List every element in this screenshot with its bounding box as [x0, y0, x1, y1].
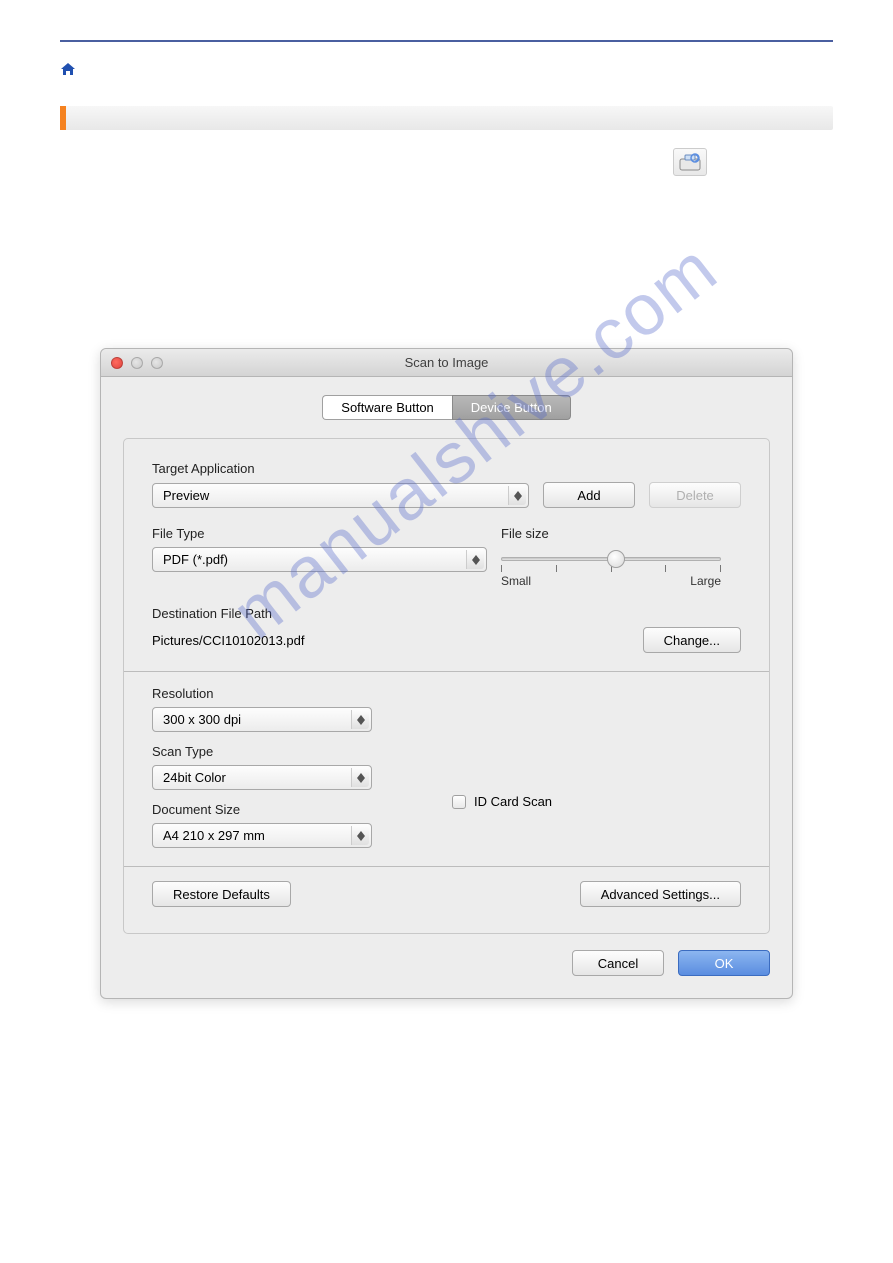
tab-device-button[interactable]: Device Button — [452, 395, 571, 420]
destination-file-path-value: Pictures/CCI10102013.pdf — [152, 633, 629, 648]
chevron-updown-icon — [508, 486, 526, 505]
tab-segmented-control: Software Button Device Button — [123, 395, 770, 420]
restore-defaults-button[interactable]: Restore Defaults — [152, 881, 291, 907]
advanced-settings-button[interactable]: Advanced Settings... — [580, 881, 741, 907]
document-size-select[interactable]: A4 210 x 297 mm — [152, 823, 372, 848]
chevron-updown-icon — [351, 710, 369, 729]
divider — [124, 671, 769, 672]
cancel-button[interactable]: Cancel — [572, 950, 664, 976]
breadcrumb — [60, 62, 833, 76]
id-card-scan-label: ID Card Scan — [474, 794, 552, 809]
slider-thumb[interactable] — [607, 550, 625, 568]
scan-to-image-dialog: Scan to Image Software Button Device But… — [100, 348, 793, 999]
add-button[interactable]: Add — [543, 482, 635, 508]
document-size-label: Document Size — [152, 802, 372, 817]
chevron-updown-icon — [351, 768, 369, 787]
file-type-value: PDF (*.pdf) — [163, 552, 228, 567]
destination-file-path-label: Destination File Path — [152, 606, 741, 621]
settings-panel: Target Application Preview Add Delete F — [123, 438, 770, 934]
id-card-scan-checkbox[interactable] — [452, 795, 466, 809]
file-size-label: File size — [501, 526, 741, 541]
target-application-label: Target Application — [152, 461, 741, 476]
chevron-updown-icon — [466, 550, 484, 569]
document-size-value: A4 210 x 297 mm — [163, 828, 265, 843]
chevron-updown-icon — [351, 826, 369, 845]
target-application-value: Preview — [163, 488, 209, 503]
home-icon[interactable] — [60, 62, 76, 76]
target-application-select[interactable]: Preview — [152, 483, 529, 508]
section-heading-bar — [60, 106, 833, 130]
file-size-small-label: Small — [501, 574, 531, 588]
top-rule — [60, 40, 833, 42]
scan-type-value: 24bit Color — [163, 770, 226, 785]
scan-type-select[interactable]: 24bit Color — [152, 765, 372, 790]
divider — [124, 866, 769, 867]
ok-button[interactable]: OK — [678, 950, 770, 976]
intro-icon-row — [60, 148, 833, 176]
titlebar: Scan to Image — [101, 349, 792, 377]
scan-to-image-icon — [673, 148, 707, 176]
tab-software-button[interactable]: Software Button — [322, 395, 452, 420]
resolution-select[interactable]: 300 x 300 dpi — [152, 707, 372, 732]
file-type-label: File Type — [152, 526, 487, 541]
file-size-slider[interactable]: Small Large — [501, 547, 721, 588]
file-type-select[interactable]: PDF (*.pdf) — [152, 547, 487, 572]
resolution-label: Resolution — [152, 686, 372, 701]
resolution-value: 300 x 300 dpi — [163, 712, 241, 727]
scan-type-label: Scan Type — [152, 744, 372, 759]
dialog-title: Scan to Image — [101, 355, 792, 370]
file-size-large-label: Large — [690, 574, 721, 588]
delete-button: Delete — [649, 482, 741, 508]
change-button[interactable]: Change... — [643, 627, 741, 653]
